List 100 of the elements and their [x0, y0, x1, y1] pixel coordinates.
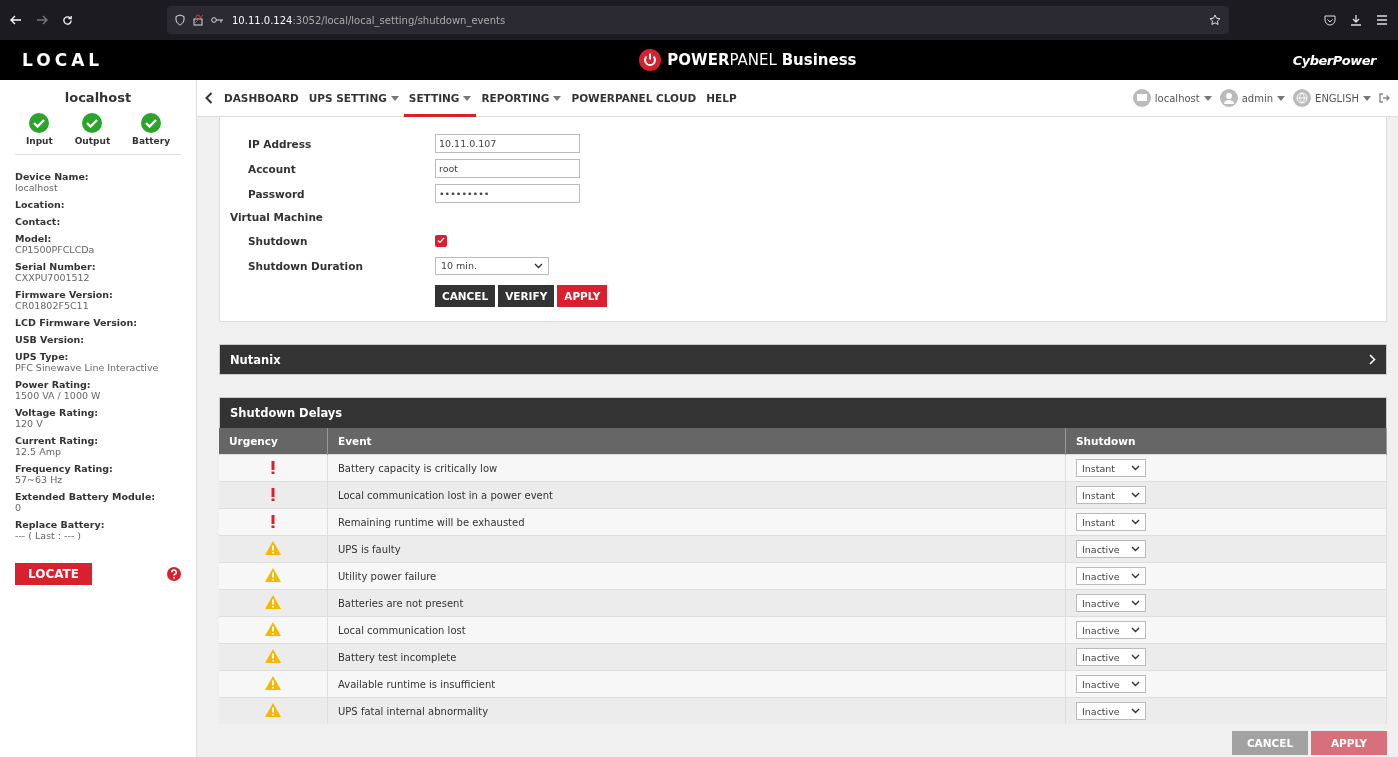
help-icon[interactable] [167, 567, 181, 581]
event-cell: Local communication lost in a power event [327, 481, 1066, 509]
event-cell: UPS fatal internal abnormality [327, 697, 1066, 724]
locate-button[interactable]: LOCATE [15, 563, 92, 585]
column-header: Urgency [219, 428, 328, 455]
event-cell: Utility power failure [327, 562, 1066, 590]
nav-tab[interactable]: DASHBOARD [219, 79, 304, 117]
warning-icon [265, 676, 281, 690]
event-cell: UPS is faulty [327, 535, 1066, 563]
caret-icon [1203, 95, 1212, 101]
field-value: localhost [15, 182, 59, 193]
shutdown-dropdown[interactable]: Inactive [1076, 648, 1146, 666]
nav-tab[interactable]: UPS SETTING [303, 79, 404, 117]
address-bar[interactable]: 10.11.0.124:3052/local/local_setting/shutdown_events [167, 6, 1229, 34]
warning-icon [265, 541, 281, 555]
field-label: Model: [15, 233, 53, 244]
chevron-down-icon [1131, 546, 1140, 552]
event-cell: Batteries are not present [327, 589, 1066, 617]
text-field[interactable]: ••••••••• [435, 184, 580, 203]
chevron-down-icon [1131, 492, 1140, 498]
shutdown-dropdown[interactable]: Instant [1076, 513, 1146, 531]
shutdown-dropdown[interactable]: Inactive [1076, 567, 1146, 585]
app-title: LOCAL [22, 50, 104, 70]
user-menu[interactable]: admin [1219, 89, 1286, 107]
field-label: Power Rating: [15, 379, 92, 390]
globe-icon [1293, 89, 1312, 107]
duration-dropdown[interactable]: 10 min. [435, 256, 549, 275]
power-logo-icon [639, 49, 662, 71]
field-label: Location: [15, 199, 66, 210]
warning-icon [265, 595, 281, 609]
key-icon [211, 16, 224, 24]
chevron-down-icon [534, 262, 543, 269]
back-chevron-icon[interactable] [205, 92, 213, 104]
event-cell: Available runtime is insufficient [327, 670, 1066, 698]
shutdown-dropdown[interactable]: Instant [1076, 459, 1146, 477]
nav-tab[interactable]: HELP [701, 79, 742, 117]
nav-tab[interactable]: POWERPANEL CLOUD [566, 79, 702, 117]
field-label: Firmware Version: [15, 289, 114, 300]
field-label: Voltage Rating: [15, 407, 99, 418]
back-icon[interactable] [10, 15, 22, 25]
download-icon[interactable] [1350, 14, 1362, 26]
forward-icon[interactable] [36, 15, 48, 25]
field-value: 1500 VA / 1000 W [15, 390, 102, 401]
exclamation-icon [271, 460, 275, 474]
shutdown-dropdown[interactable]: Inactive [1076, 702, 1146, 720]
panel-title: Nutanix [230, 352, 281, 367]
chevron-down-icon [1131, 600, 1140, 606]
chevron-down-icon [1131, 627, 1140, 633]
chevron-down-icon [1131, 708, 1140, 714]
caret-icon [1277, 95, 1286, 101]
field-label: Replace Battery: [15, 519, 106, 530]
reload-icon[interactable] [62, 14, 73, 26]
caret-icon [1363, 95, 1371, 101]
field-value: 120 V [15, 418, 44, 429]
shutdown-dropdown[interactable]: Instant [1076, 486, 1146, 504]
nav-tab[interactable]: REPORTING [476, 79, 567, 117]
field-value: CR01802F5C11 [15, 300, 90, 311]
chevron-down-icon [1131, 573, 1140, 579]
star-icon[interactable] [1209, 14, 1221, 26]
shutdown-checkbox[interactable] [435, 234, 447, 247]
field-label: Contact: [15, 216, 62, 227]
text-field[interactable]: 10.11.0.107 [435, 134, 580, 153]
field-value: 12.5 Amp [15, 446, 62, 457]
shutdown-dropdown[interactable]: Inactive [1076, 675, 1146, 693]
form-label: Password [248, 187, 306, 200]
apply-button[interactable]: APPLY [557, 285, 608, 307]
chevron-down-icon [1131, 519, 1140, 525]
field-label: Current Rating: [15, 435, 100, 446]
field-label: Device Name: [15, 171, 90, 182]
warning-icon [265, 703, 281, 717]
warning-icon [265, 622, 281, 636]
url-text: 10.11.0.124:3052/local/local_setting/shutdown_events [232, 14, 506, 26]
shutdown-dropdown[interactable]: Inactive [1076, 540, 1146, 558]
form-button[interactable]: VERIFY [498, 285, 555, 307]
nutanix-bar[interactable]: Nutanix [219, 344, 1387, 375]
form-label: IP Address [248, 137, 313, 150]
user-icon [1219, 89, 1238, 107]
shutdown-dropdown[interactable]: Inactive [1076, 594, 1146, 612]
field-label: UPS Type: [15, 351, 70, 362]
text-field[interactable]: root [435, 159, 580, 178]
exclamation-icon [271, 514, 275, 528]
field-label: LCD Firmware Version: [15, 317, 139, 328]
shutdown-dropdown[interactable]: Inactive [1076, 621, 1146, 639]
field-value: CXXPU7001512 [15, 272, 91, 283]
menu-icon[interactable] [1376, 15, 1388, 25]
host-name: localhost [63, 90, 133, 105]
pocket-icon[interactable] [1324, 14, 1336, 26]
field-value: CP1500PFCLCDa [15, 244, 96, 255]
form-button[interactable]: CANCEL [435, 285, 496, 307]
field-label: Extended Battery Module: [15, 491, 157, 502]
status-label: Output [74, 136, 111, 146]
field-value: 0 [15, 502, 23, 513]
form-label: Account [248, 162, 297, 175]
section-heading: Virtual Machine [230, 210, 324, 225]
logout-icon[interactable] [1379, 93, 1390, 103]
event-cell: Local communication lost [327, 616, 1066, 644]
event-cell: Battery test incomplete [327, 643, 1066, 671]
language-menu[interactable]: ENGLISH [1293, 89, 1371, 107]
brand-logo: CyberPower [1292, 52, 1376, 68]
host-menu[interactable]: localhost [1132, 89, 1212, 107]
